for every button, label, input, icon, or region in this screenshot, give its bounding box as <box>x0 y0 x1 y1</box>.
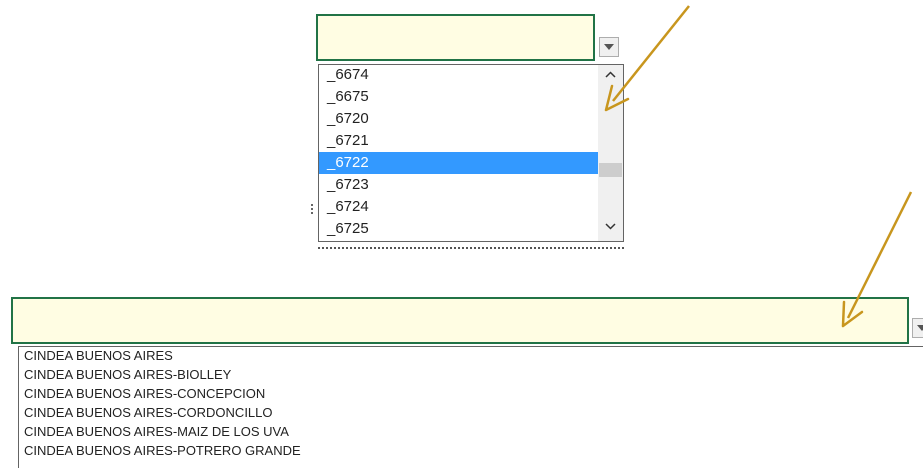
annotation-layer <box>604 5 913 328</box>
arrow-icon <box>604 5 690 112</box>
spreadsheet-canvas: _6674 _6675 _6720 _6721 _6722 _6723 _6724 _6725… <box>0 0 923 468</box>
arrow-icon <box>841 191 913 328</box>
